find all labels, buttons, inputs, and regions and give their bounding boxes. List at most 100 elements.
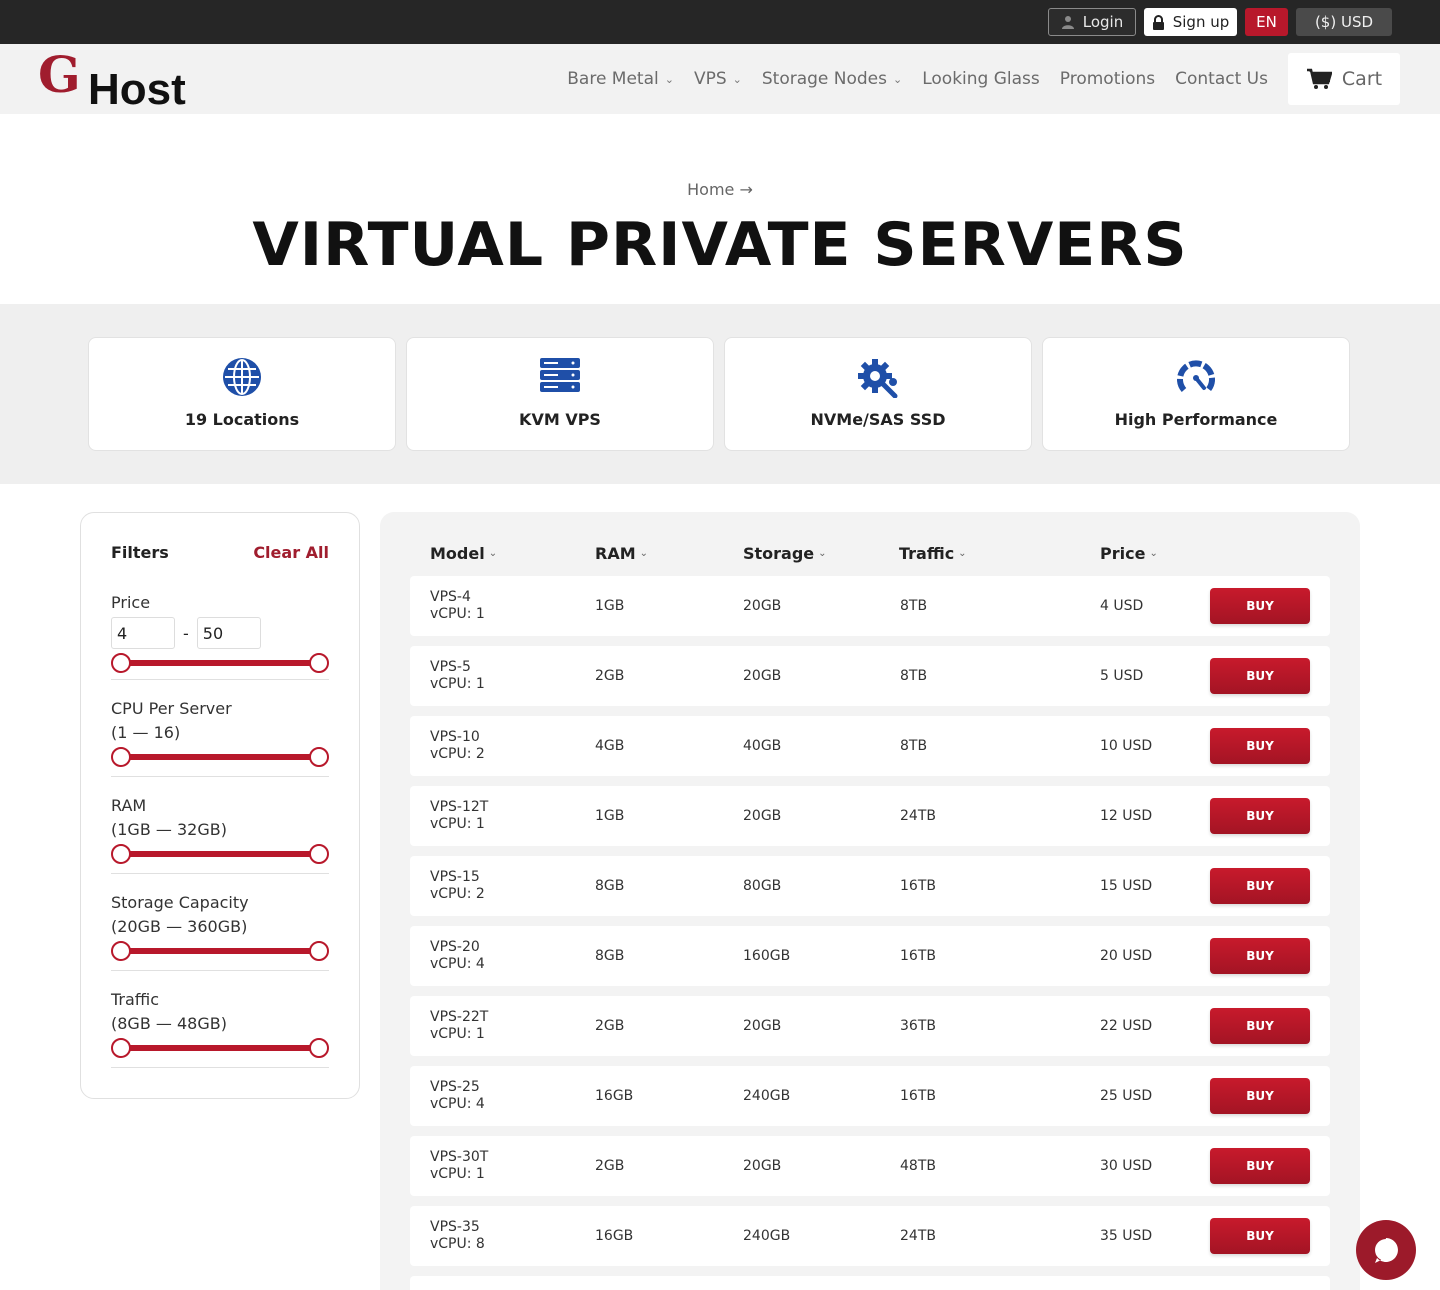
storage-slider[interactable] <box>111 941 329 961</box>
buy-button[interactable]: BUY <box>1210 1078 1310 1114</box>
buy-button[interactable]: BUY <box>1210 1008 1310 1044</box>
slider-max-handle[interactable] <box>309 844 329 864</box>
table-row: VPS-12T vCPU: 1 1GB 20GB 24TB 12 USD BUY <box>410 786 1330 846</box>
chevron-down-icon: ⌄ <box>818 548 827 559</box>
ram-slider[interactable] <box>111 844 329 864</box>
breadcrumb-home[interactable]: Home <box>687 180 734 199</box>
nav-item-looking-glass[interactable]: Looking Glass <box>922 69 1040 89</box>
nav-item-promotions[interactable]: Promotions <box>1060 69 1155 89</box>
model-cell: VPS-15 vCPU: 2 <box>430 856 485 916</box>
cart-icon <box>1306 68 1332 89</box>
nav-item-contact-us[interactable]: Contact Us <box>1175 69 1268 89</box>
table-row-partial <box>410 1276 1330 1290</box>
price-max-input[interactable] <box>196 617 261 649</box>
model-cpu: vCPU: 1 <box>430 606 485 622</box>
slider-max-handle[interactable] <box>309 653 329 673</box>
sort-traffic[interactable]: Traffic ⌄ <box>899 544 967 563</box>
sort-ram[interactable]: RAM ⌄ <box>595 544 648 563</box>
traffic-cell: 16TB <box>900 948 936 964</box>
traffic-cell: 8TB <box>900 598 928 614</box>
price-cell: 5 USD <box>1100 668 1144 684</box>
filters-header: Filters Clear All <box>111 543 329 562</box>
ram-cell: 1GB <box>595 598 625 614</box>
language-selector[interactable]: EN <box>1245 8 1288 36</box>
traffic-filter-range: (8GB — 48GB) <box>111 1014 227 1033</box>
chat-button[interactable] <box>1356 1220 1416 1280</box>
model-cell: VPS-22T vCPU: 1 <box>430 996 488 1056</box>
sort-price[interactable]: Price ⌄ <box>1100 544 1158 563</box>
model-cpu: vCPU: 4 <box>430 1096 485 1112</box>
chevron-down-icon: ⌄ <box>893 72 903 86</box>
ram-cell: 2GB <box>595 668 625 684</box>
login-button[interactable]: Login <box>1048 8 1136 36</box>
storage-cell: 160GB <box>743 948 791 964</box>
ram-filter: RAM (1GB — 32GB) <box>111 794 329 874</box>
model-name: VPS-10 <box>430 729 480 745</box>
traffic-filter: Traffic (8GB — 48GB) <box>111 988 329 1068</box>
buy-button[interactable]: BUY <box>1210 1218 1310 1254</box>
model-cpu: vCPU: 2 <box>430 746 485 762</box>
price-slider[interactable] <box>111 653 329 673</box>
user-icon <box>1061 16 1074 29</box>
feature-card-ssd: NVMe/SAS SSD <box>724 337 1032 451</box>
slider-max-handle[interactable] <box>309 941 329 961</box>
buy-button[interactable]: BUY <box>1210 658 1310 694</box>
column-ram: RAM <box>595 544 636 563</box>
ram-cell: 2GB <box>595 1158 625 1174</box>
logo-text: Host <box>88 65 186 114</box>
buy-button[interactable]: BUY <box>1210 798 1310 834</box>
table-row: VPS-5 vCPU: 1 2GB 20GB 8TB 5 USD BUY <box>410 646 1330 706</box>
slider-max-handle[interactable] <box>309 747 329 767</box>
ram-filter-range: (1GB — 32GB) <box>111 820 227 839</box>
currency-selector[interactable]: ($) USD <box>1296 8 1392 36</box>
slider-min-handle[interactable] <box>111 844 131 864</box>
gear-wrench-icon <box>858 359 898 398</box>
slider-min-handle[interactable] <box>111 941 131 961</box>
ram-cell: 16GB <box>595 1088 634 1104</box>
sort-storage[interactable]: Storage ⌄ <box>743 544 827 563</box>
table-row: VPS-30T vCPU: 1 2GB 20GB 48TB 30 USD BUY <box>410 1136 1330 1196</box>
breadcrumb-arrow-icon: → <box>739 180 753 199</box>
traffic-slider[interactable] <box>111 1038 329 1058</box>
buy-button[interactable]: BUY <box>1210 1148 1310 1184</box>
slider-max-handle[interactable] <box>309 1038 329 1058</box>
price-min-input[interactable] <box>111 617 175 649</box>
price-cell: 12 USD <box>1100 808 1153 824</box>
model-cpu: vCPU: 1 <box>430 1026 485 1042</box>
buy-button[interactable]: BUY <box>1210 588 1310 624</box>
chevron-down-icon: ⌄ <box>958 548 967 559</box>
buy-button[interactable]: BUY <box>1210 868 1310 904</box>
speedometer-icon <box>1177 360 1215 392</box>
cpu-slider[interactable] <box>111 747 329 767</box>
slider-min-handle[interactable] <box>111 1038 131 1058</box>
model-cell: VPS-10 vCPU: 2 <box>430 716 485 776</box>
column-storage: Storage <box>743 544 815 563</box>
model-cell: VPS-30T vCPU: 1 <box>430 1136 488 1196</box>
storage-filter-label: Storage Capacity <box>111 893 249 912</box>
logo[interactable]: G Host <box>38 50 208 112</box>
traffic-cell: 16TB <box>900 878 936 894</box>
sort-model[interactable]: Model ⌄ <box>430 544 497 563</box>
login-label: Login <box>1082 13 1124 31</box>
slider-min-handle[interactable] <box>111 747 131 767</box>
storage-cell: 240GB <box>743 1088 791 1104</box>
slider-min-handle[interactable] <box>111 653 131 673</box>
traffic-filter-label: Traffic <box>111 990 160 1009</box>
buy-button[interactable]: BUY <box>1210 728 1310 764</box>
signup-button[interactable]: Sign up <box>1144 8 1237 36</box>
cart-label: Cart <box>1341 68 1383 90</box>
nav-item-storage-nodes[interactable]: Storage Nodes ⌄ <box>762 69 902 89</box>
traffic-cell: 8TB <box>900 668 928 684</box>
traffic-cell: 8TB <box>900 738 928 754</box>
chevron-down-icon: ⌄ <box>732 72 742 86</box>
nav-item-bare-metal[interactable]: Bare Metal ⌄ <box>567 69 674 89</box>
price-cell: 30 USD <box>1100 1158 1153 1174</box>
table-row: VPS-15 vCPU: 2 8GB 80GB 16TB 15 USD BUY <box>410 856 1330 916</box>
buy-button[interactable]: BUY <box>1210 938 1310 974</box>
nav-item-vps[interactable]: VPS ⌄ <box>694 69 742 89</box>
traffic-cell: 48TB <box>900 1158 936 1174</box>
slider-track <box>119 754 321 760</box>
model-cpu: vCPU: 4 <box>430 956 485 972</box>
cart-button[interactable]: Cart <box>1288 53 1400 105</box>
clear-all-link[interactable]: Clear All <box>253 543 329 562</box>
